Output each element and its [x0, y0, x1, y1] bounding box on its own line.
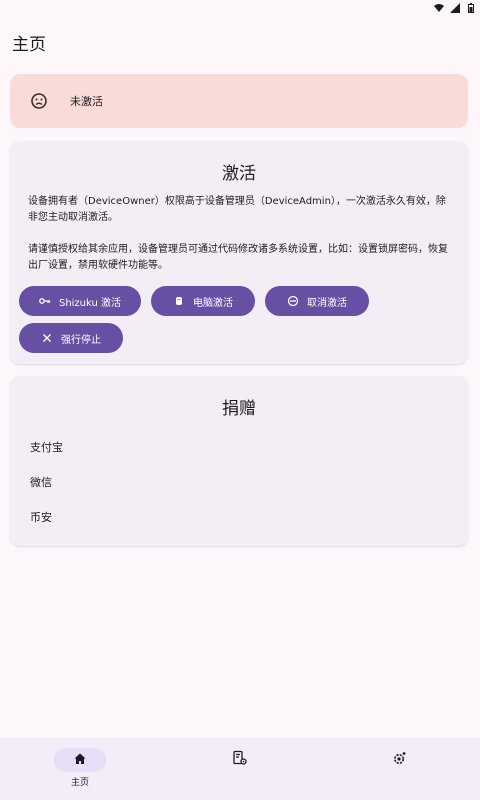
- device-owner-description: 设备拥有者（DeviceOwner）权限高于设备管理员（DeviceAdmin）…: [28, 196, 446, 223]
- activate-card-title: 激活: [222, 164, 256, 184]
- app-settings-icon: [232, 750, 248, 770]
- nav-pill: [214, 748, 266, 772]
- nav-item-app-settings[interactable]: [160, 738, 320, 800]
- adb-icon: [173, 295, 185, 307]
- nav-indicator: [54, 748, 106, 772]
- force-stop-button[interactable]: 强行停止: [19, 323, 123, 353]
- close-icon: [41, 332, 53, 344]
- donate-card: 捐赠 支付宝 微信 币安: [10, 376, 468, 546]
- page-title: 主页: [12, 35, 46, 55]
- home-icon: [73, 751, 87, 770]
- nav-label-home: 主页: [70, 778, 89, 788]
- force-stop-label: 强行停止: [61, 334, 101, 346]
- bottom-navigation: 主页: [0, 738, 480, 800]
- pc-activate-button[interactable]: 电脑激活: [151, 286, 255, 316]
- warning-description: 请谨慎授权给其余应用，设备管理员可通过代码修改诸多系统设置，比如：设置锁屏密码，…: [28, 244, 448, 271]
- activation-status-banner[interactable]: 未激活: [10, 74, 468, 128]
- donate-list: 支付宝 微信 币安: [10, 429, 468, 534]
- shizuku-activate-button[interactable]: Shizuku 激活: [19, 286, 141, 316]
- cancel-activate-button[interactable]: 取消激活: [265, 286, 369, 316]
- cancel-activate-label: 取消激活: [307, 297, 347, 309]
- status-bar: [0, 0, 480, 16]
- settings-gear-icon: [392, 750, 408, 770]
- shizuku-activate-label: Shizuku 激活: [58, 297, 122, 309]
- wifi-icon: [434, 3, 444, 13]
- sad-face-icon: [30, 92, 48, 110]
- signal-icon: [450, 3, 460, 13]
- activate-buttons-row: Shizuku 激活 电脑激活 取消激活: [10, 286, 468, 316]
- activation-status-label: 未激活: [70, 95, 103, 108]
- block-icon: [287, 295, 299, 307]
- donate-item-wechat[interactable]: 微信: [10, 464, 468, 499]
- battery-icon: [466, 3, 476, 13]
- pc-activate-label: 电脑激活: [193, 297, 233, 309]
- nav-pill: [374, 748, 426, 772]
- key-icon: [39, 295, 51, 307]
- activate-card: 激活 设备拥有者（DeviceOwner）权限高于设备管理员（DeviceAdm…: [10, 141, 468, 364]
- nav-item-settings[interactable]: [320, 738, 480, 800]
- donate-card-title: 捐赠: [222, 399, 256, 419]
- nav-item-home[interactable]: 主页: [0, 738, 160, 800]
- force-stop-row: 强行停止: [10, 323, 468, 353]
- donate-item-alipay[interactable]: 支付宝: [10, 429, 468, 464]
- donate-item-binance[interactable]: 币安: [10, 499, 468, 534]
